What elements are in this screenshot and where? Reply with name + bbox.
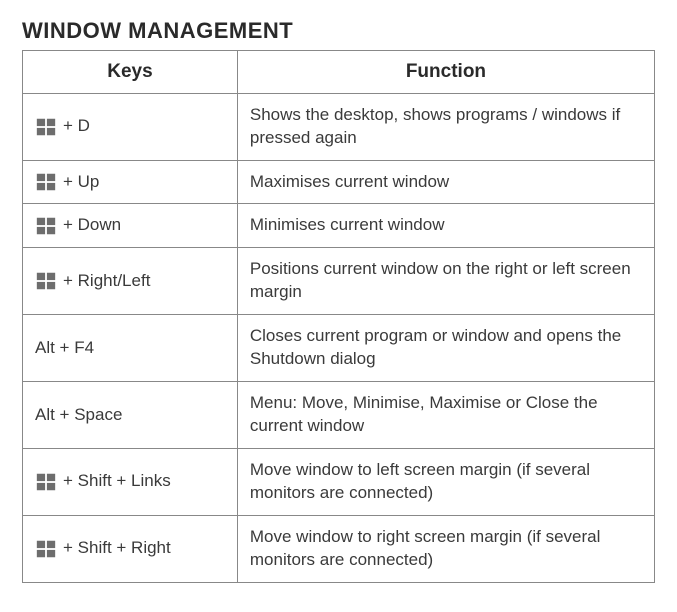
function-cell: Minimises current window <box>237 204 654 248</box>
table-row: + Up Maximises current window <box>23 160 655 204</box>
table-row: + Shift + Right Move window to right scre… <box>23 515 655 582</box>
function-cell: Menu: Move, Minimise, Maximise or Close … <box>237 382 654 449</box>
windows-logo-icon <box>35 270 57 292</box>
windows-logo-icon <box>35 215 57 237</box>
table-header-row: Keys Function <box>23 51 655 94</box>
keys-cell: Alt + F4 <box>23 315 238 382</box>
function-cell: Shows the desktop, shows programs / wind… <box>237 93 654 160</box>
section-title: WINDOW MANAGEMENT <box>22 18 655 44</box>
function-cell: Positions current window on the right or… <box>237 248 654 315</box>
keys-cell: + Shift + Right <box>23 515 238 582</box>
table-row: + Right/Left Positions current window on … <box>23 248 655 315</box>
keys-cell: + Right/Left <box>23 248 238 315</box>
keys-cell: + D <box>23 93 238 160</box>
windows-logo-icon <box>35 471 57 493</box>
function-cell: Closes current program or window and ope… <box>237 315 654 382</box>
keys-cell: + Down <box>23 204 238 248</box>
function-cell: Move window to left screen margin (if se… <box>237 449 654 516</box>
keys-text: + Shift + Links <box>63 470 171 493</box>
table-row: + D Shows the desktop, shows programs / w… <box>23 93 655 160</box>
windows-logo-icon <box>35 538 57 560</box>
table-row: + Shift + Links Move window to left scree… <box>23 449 655 516</box>
table-row: Alt + F4 Closes current program or window… <box>23 315 655 382</box>
keys-cell: + Shift + Links <box>23 449 238 516</box>
function-cell: Move window to right screen margin (if s… <box>237 515 654 582</box>
windows-logo-icon <box>35 116 57 138</box>
windows-logo-icon <box>35 171 57 193</box>
header-function: Function <box>237 51 654 94</box>
table-row: Alt + Space Menu: Move, Minimise, Maximis… <box>23 382 655 449</box>
keys-cell: Alt + Space <box>23 382 238 449</box>
keys-text: + Down <box>63 214 121 237</box>
keys-text: + Shift + Right <box>63 537 171 560</box>
shortcut-table: Keys Function + D Shows the desktop, show… <box>22 50 655 583</box>
keys-text: Alt + F4 <box>35 337 94 360</box>
header-keys: Keys <box>23 51 238 94</box>
keys-text: + D <box>63 115 90 138</box>
keys-text: + Up <box>63 171 99 194</box>
keys-text: + Right/Left <box>63 270 150 293</box>
keys-cell: + Up <box>23 160 238 204</box>
keys-text: Alt + Space <box>35 404 122 427</box>
table-row: + Down Minimises current window <box>23 204 655 248</box>
function-cell: Maximises current window <box>237 160 654 204</box>
